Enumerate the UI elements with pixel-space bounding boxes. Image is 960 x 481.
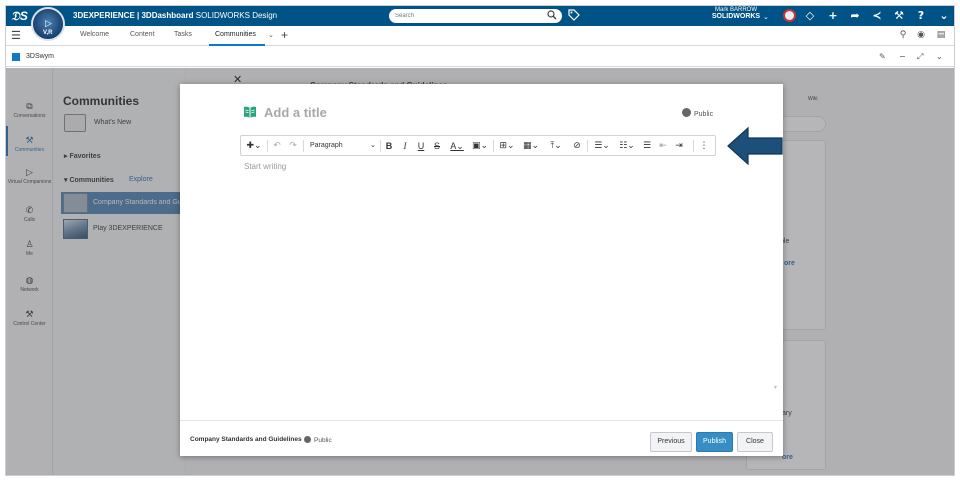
bulleted-list-icon[interactable]: ☰⌄ bbox=[591, 139, 613, 153]
view-icon[interactable]: ◉ bbox=[915, 30, 927, 42]
compass-version: V,R bbox=[43, 30, 53, 36]
upload-icon[interactable]: ⤒⌄ bbox=[546, 139, 566, 153]
separator bbox=[380, 140, 381, 152]
bold-icon[interactable]: B bbox=[383, 139, 395, 153]
globe-icon bbox=[304, 436, 311, 443]
edit-icon[interactable]: ✎ bbox=[879, 52, 886, 61]
target-community: Company Standards and Guidelines bbox=[190, 436, 302, 443]
avatar[interactable] bbox=[783, 9, 796, 22]
highlight-color-icon[interactable]: ▣⌄ bbox=[470, 139, 490, 153]
tab-welcome[interactable]: Welcome bbox=[80, 31, 109, 38]
publish-button[interactable]: Publish bbox=[696, 432, 733, 452]
footer-visibility: Public bbox=[304, 436, 332, 444]
annotation-arrow-icon bbox=[727, 126, 783, 166]
insert-icon[interactable]: ✚⌄ bbox=[245, 139, 263, 153]
separator bbox=[587, 140, 588, 152]
chat-icon[interactable]: ◇ bbox=[803, 9, 817, 23]
outdent-icon[interactable]: ⇤ bbox=[657, 139, 669, 153]
minimize-icon[interactable]: − bbox=[899, 52, 906, 61]
scroll-down-icon[interactable]: ▾ bbox=[774, 384, 777, 391]
app-title: 3DEXPERIENCE | 3DDashboard SOLIDWORKS De… bbox=[73, 11, 277, 20]
chevron-down-icon[interactable]: ⌄ bbox=[936, 52, 943, 61]
numbered-list-icon[interactable]: ☷⌄ bbox=[616, 139, 638, 153]
link-icon[interactable]: ⊘ bbox=[571, 139, 583, 153]
chevron-down-icon[interactable]: ⌄ bbox=[763, 13, 769, 21]
ds-logo-icon: 𝔇S bbox=[11, 9, 28, 23]
visibility-selector[interactable]: Public bbox=[682, 108, 713, 118]
search-box[interactable] bbox=[389, 9, 562, 23]
swym-logo-icon bbox=[12, 53, 20, 61]
separator bbox=[493, 140, 494, 152]
add-icon[interactable]: + bbox=[826, 9, 840, 23]
editor-body[interactable]: Start writing bbox=[244, 162, 286, 171]
add-tab-icon[interactable]: + bbox=[281, 28, 288, 42]
paragraph-style-select[interactable]: Paragraph ⌄ bbox=[310, 139, 376, 153]
top-bar: 𝔇S ▷ V,R 3DEXPERIENCE | 3DDashboard SOLI… bbox=[6, 6, 954, 41]
separator bbox=[303, 140, 304, 152]
visibility-label: Public bbox=[694, 111, 714, 118]
separator bbox=[693, 140, 694, 152]
italic-icon[interactable]: I bbox=[399, 139, 411, 153]
tab-content[interactable]: Content bbox=[130, 31, 155, 38]
apps-icon[interactable]: ⚒ bbox=[892, 9, 906, 23]
search-people-icon[interactable]: ⚲ bbox=[897, 30, 909, 42]
widget-title: 3DSwym bbox=[26, 53, 55, 60]
dialog-footer: Company Standards and Guidelines Public … bbox=[180, 420, 783, 456]
redo-icon[interactable]: ↷ bbox=[287, 139, 299, 153]
tab-communities[interactable]: Communities bbox=[215, 31, 256, 38]
comment-icon[interactable]: ▤ bbox=[935, 30, 947, 42]
undo-icon[interactable]: ↶ bbox=[271, 139, 283, 153]
tab-tasks[interactable]: Tasks bbox=[174, 31, 192, 38]
widget-header: 3DSwym ✎ − ⤢ ⌄ bbox=[6, 47, 954, 67]
app-name-label: SOLIDWORKS Design bbox=[195, 11, 278, 20]
search-icon[interactable] bbox=[547, 10, 557, 20]
chevron-down-icon[interactable]: ⌄ bbox=[268, 31, 274, 39]
table-icon[interactable]: ⊞⌄ bbox=[497, 139, 517, 153]
strikethrough-icon[interactable]: S bbox=[431, 139, 443, 153]
brand-label: 3DEXPERIENCE | 3DDashboard bbox=[73, 11, 194, 20]
more-options-icon[interactable]: ⋮ bbox=[699, 139, 709, 153]
maximize-icon[interactable]: ⤢ bbox=[917, 52, 923, 62]
share-arrow-icon[interactable]: ➦ bbox=[848, 9, 862, 23]
close-button[interactable]: Close bbox=[737, 432, 773, 452]
globe-icon bbox=[682, 108, 691, 117]
user-menu[interactable]: Mark BARROW SOLIDWORKS bbox=[706, 7, 766, 20]
chevron-down-icon: ⌄ bbox=[370, 142, 376, 149]
calendar-icon[interactable]: ▦⌄ bbox=[521, 139, 541, 153]
dashboard-tabs: ☰ Welcome Content Tasks Communities ⌄ + … bbox=[6, 26, 954, 46]
footer-visibility-label: Public bbox=[314, 437, 332, 444]
search-input[interactable] bbox=[395, 10, 535, 22]
active-tab-indicator bbox=[209, 44, 265, 46]
font-color-icon[interactable]: A⌄ bbox=[447, 139, 467, 153]
compass-play-icon: ▷ bbox=[45, 18, 52, 28]
editor-toolbar: ✚⌄ ↶ ↷ Paragraph ⌄ B I U S A⌄ ▣⌄ ⊞⌄ ▦⌄ ⤒… bbox=[240, 135, 716, 156]
app-window: 𝔇S ▷ V,R 3DEXPERIENCE | 3DDashboard SOLI… bbox=[5, 5, 955, 476]
paragraph-style-label: Paragraph bbox=[310, 142, 343, 149]
indent-icon[interactable]: ⇥ bbox=[673, 139, 685, 153]
book-icon bbox=[244, 106, 256, 118]
previous-button[interactable]: Previous bbox=[650, 432, 692, 452]
new-post-dialog: Public ✚⌄ ↶ ↷ Paragraph ⌄ B I U S A⌄ ▣⌄ … bbox=[180, 84, 783, 456]
compass-icon[interactable]: ▷ V,R bbox=[31, 7, 65, 41]
help-icon[interactable]: ? bbox=[914, 9, 928, 23]
tag-icon[interactable] bbox=[568, 9, 580, 21]
user-org: SOLIDWORKS bbox=[711, 13, 761, 20]
share-icon[interactable]: ≺ bbox=[870, 9, 884, 23]
underline-icon[interactable]: U bbox=[415, 139, 427, 153]
checklist-icon[interactable]: ☰ bbox=[641, 139, 653, 153]
menu-icon[interactable]: ☰ bbox=[11, 29, 21, 42]
chevron-down-icon[interactable]: ⌄ bbox=[937, 9, 951, 23]
title-input[interactable] bbox=[264, 102, 564, 122]
separator bbox=[267, 140, 268, 152]
